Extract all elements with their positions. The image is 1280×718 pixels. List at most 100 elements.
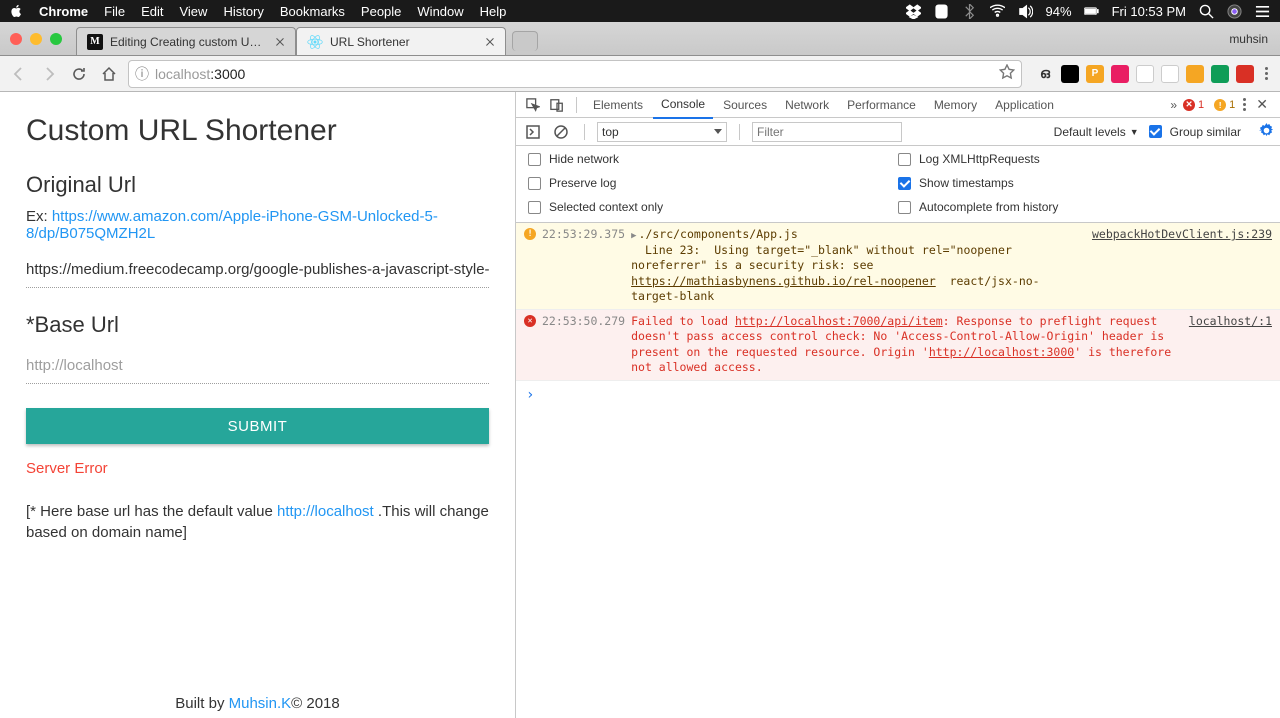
devtools-tab-network[interactable]: Network [777,92,837,118]
error-text: Server Error [26,460,489,477]
ext-icon[interactable] [1111,65,1129,83]
log-timestamp: 22:53:29.375 [542,227,625,241]
devtools-tab-performance[interactable]: Performance [839,92,924,118]
inspect-icon[interactable] [522,94,544,116]
log-timestamp: 22:53:50.279 [542,314,625,328]
ext-icon[interactable] [1161,65,1179,83]
hide-network-check[interactable]: Hide network [528,152,898,166]
page-content: Custom URL Shortener Original Url Ex: ht… [0,92,515,718]
menu-view[interactable]: View [179,4,207,19]
browser-tab[interactable]: M Editing Creating custom URL s [76,27,296,55]
battery-icon [1084,3,1100,19]
new-tab-button[interactable] [512,31,538,51]
ext-icon[interactable] [1211,65,1229,83]
spotlight-icon[interactable] [1198,3,1214,19]
selected-context-check[interactable]: Selected context only [528,200,898,214]
bookmark-star-icon[interactable] [999,64,1015,83]
browser-tab[interactable]: URL Shortener [296,27,506,55]
menu-people[interactable]: People [361,4,401,19]
window-minimize-button[interactable] [30,33,42,45]
reload-button[interactable] [68,63,90,85]
window-close-button[interactable] [10,33,22,45]
console-toolbar: top Default levels ▼ Group similar [516,118,1280,146]
devtools-tab-elements[interactable]: Elements [585,92,651,118]
console-sidebar-toggle-icon[interactable] [522,121,544,143]
dropbox-icon[interactable] [906,3,922,19]
siri-icon[interactable] [1226,3,1242,19]
footer-link[interactable]: Muhsin.K [229,695,292,712]
clear-console-icon[interactable] [550,121,572,143]
show-timestamps-check[interactable]: Show timestamps [898,176,1268,190]
extensions-area: ഒ P [1030,65,1272,83]
menu-file[interactable]: File [104,4,125,19]
page-title: Custom URL Shortener [26,114,489,148]
log-levels-select[interactable]: Default levels ▼ [1054,125,1139,139]
devtools-menu-button[interactable] [1241,98,1248,111]
log-source-link[interactable]: webpackHotDevClient.js:239 [1092,227,1272,241]
ext-icon[interactable] [1236,65,1254,83]
example-label: Ex: [26,208,52,225]
original-url-input[interactable] [26,252,489,288]
log-message: Failed to load http://localhost:7000/api… [631,314,1175,376]
context-select[interactable]: top [597,122,727,142]
home-button[interactable] [98,63,120,85]
console-log-row[interactable]: ! 22:53:29.375 ./src/components/App.js L… [516,223,1280,310]
log-message: ./src/components/App.js Line 23: Using t… [631,227,1078,305]
devtools-tab-console[interactable]: Console [653,91,713,119]
window-zoom-button[interactable] [50,33,62,45]
devtools-tab-application[interactable]: Application [987,92,1062,118]
preserve-log-check[interactable]: Preserve log [528,176,898,190]
favicon-medium-icon: M [87,34,103,50]
console-filter-input[interactable] [752,122,902,142]
evernote-icon[interactable] [934,3,950,19]
warning-count-badge[interactable]: !1 [1214,99,1235,111]
devtools-tab-sources[interactable]: Sources [715,92,775,118]
chrome-menu-button[interactable] [1261,67,1272,80]
url-text: localhost:3000 [155,66,245,82]
volume-icon[interactable] [1018,3,1034,19]
site-info-icon[interactable]: ⓘ [135,64,149,84]
console-settings-icon[interactable] [1259,123,1274,141]
bluetooth-icon[interactable] [962,3,978,19]
tab-title: URL Shortener [330,35,478,49]
ext-icon[interactable] [1186,65,1204,83]
menu-help[interactable]: Help [480,4,507,19]
back-button[interactable] [8,63,30,85]
submit-button[interactable]: SUBMIT [26,408,489,444]
clock-text: Fri 10:53 PM [1112,4,1186,19]
profile-name[interactable]: muhsin [1229,32,1268,46]
console-log-row[interactable]: ✕ 22:53:50.279 Failed to load http://loc… [516,310,1280,381]
group-similar-check[interactable]: Group similar [1149,125,1241,139]
chrome-toolbar: ⓘ localhost:3000 ഒ P [0,56,1280,92]
devtools-close-button[interactable]: ✕ [1254,96,1270,113]
notification-center-icon[interactable] [1254,3,1270,19]
menu-window[interactable]: Window [417,4,463,19]
tab-close-button[interactable] [485,37,495,47]
menu-history[interactable]: History [223,4,263,19]
ext-icon[interactable] [1136,65,1154,83]
ext-lang-icon[interactable]: ഒ [1036,65,1054,83]
devtools-tab-memory[interactable]: Memory [926,92,985,118]
log-source-link[interactable]: localhost/:1 [1189,314,1272,328]
device-mode-icon[interactable] [546,94,568,116]
more-tabs-icon[interactable]: » [1170,98,1177,112]
menu-bookmarks[interactable]: Bookmarks [280,4,345,19]
forward-button[interactable] [38,63,60,85]
tab-close-button[interactable] [275,37,285,47]
footnote-link[interactable]: http://localhost [277,503,374,520]
ext-icon[interactable] [1061,65,1079,83]
address-bar[interactable]: ⓘ localhost:3000 [128,60,1022,88]
autocomplete-check[interactable]: Autocomplete from history [898,200,1268,214]
example-link[interactable]: https://www.amazon.com/Apple-iPhone-GSM-… [26,208,438,242]
apple-icon[interactable] [10,4,23,18]
log-xhr-check[interactable]: Log XMLHttpRequests [898,152,1268,166]
error-icon: ✕ [524,315,536,327]
base-url-input[interactable] [26,348,489,384]
devtools-panel: Elements Console Sources Network Perform… [515,92,1280,718]
console-prompt[interactable] [516,381,1280,409]
app-name[interactable]: Chrome [39,4,88,19]
error-count-badge[interactable]: ✕1 [1183,99,1204,111]
menu-edit[interactable]: Edit [141,4,163,19]
ext-icon[interactable]: P [1086,65,1104,83]
wifi-icon[interactable] [990,3,1006,19]
